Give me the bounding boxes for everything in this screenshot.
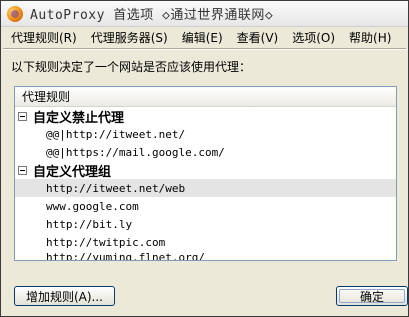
collapse-icon[interactable] [18,111,27,121]
rule-row[interactable]: http://yuming.flnet.org/ [15,251,396,261]
rule-row[interactable]: @@|http://itweet.net/ [15,125,396,143]
group-title: 自定义代理组 [33,164,112,180]
rule-text: www.google.com [46,199,139,213]
title-bar[interactable]: AutoProxy 首选项 ◇通过世界通联网◇ [1,1,408,27]
rule-text: @@|https://mail.google.com/ [46,145,225,159]
menu-separator [3,48,406,50]
group-title: 自定义禁止代理 [33,110,125,126]
menu-edit[interactable]: 编辑(E) [174,29,229,46]
rule-text: http://yuming.flnet.org/ [46,251,205,261]
focus-ring [339,289,405,303]
ok-button[interactable]: 确定 [336,286,408,306]
preferences-window: AutoProxy 首选项 ◇通过世界通联网◇ 代理规则(R) 代理服务器(S)… [0,0,409,317]
rule-row[interactable]: @@|https://mail.google.com/ [15,143,396,161]
rule-text: http://bit.ly [46,217,133,231]
rule-text: @@|http://itweet.net/ [46,127,186,141]
rule-row[interactable]: http://twitpic.com [15,233,396,251]
add-rule-label: 增加规则(A)... [25,289,104,304]
menu-proxy-rules[interactable]: 代理规则(R) [1,29,83,46]
collapse-icon[interactable] [18,165,27,175]
rules-tree[interactable]: 代理规则 自定义禁止代理 @@|http://itweet.net/ @@|ht… [14,86,397,261]
rule-row[interactable]: http://bit.ly [15,215,396,233]
rule-row[interactable]: www.google.com [15,197,396,215]
description-text: 以下规则决定了一个网站是否应该使用代理： [11,60,252,74]
group-row-custom-exceptions[interactable]: 自定义禁止代理 [15,107,396,126]
rule-row-selected[interactable]: http://itweet.net/web [15,179,396,197]
rule-text: http://twitpic.com [46,235,166,249]
column-header-proxy-rules[interactable]: 代理规则 [15,87,396,107]
menu-help[interactable]: 帮助(H) [341,29,397,46]
rule-text: http://itweet.net/web [46,181,186,195]
group-row-custom-proxy[interactable]: 自定义代理组 [15,161,396,180]
menu-bar: 代理规则(R) 代理服务器(S) 编辑(E) 查看(V) 选项(O) 帮助(H) [1,27,408,47]
menu-view[interactable]: 查看(V) [229,29,285,46]
firefox-icon [7,5,23,22]
menu-proxy-servers[interactable]: 代理服务器(S) [83,29,174,46]
add-rule-button[interactable]: 增加规则(A)... [14,286,115,306]
window-title: AutoProxy 首选项 ◇通过世界通联网◇ [30,8,274,23]
menu-options[interactable]: 选项(O) [284,29,341,46]
